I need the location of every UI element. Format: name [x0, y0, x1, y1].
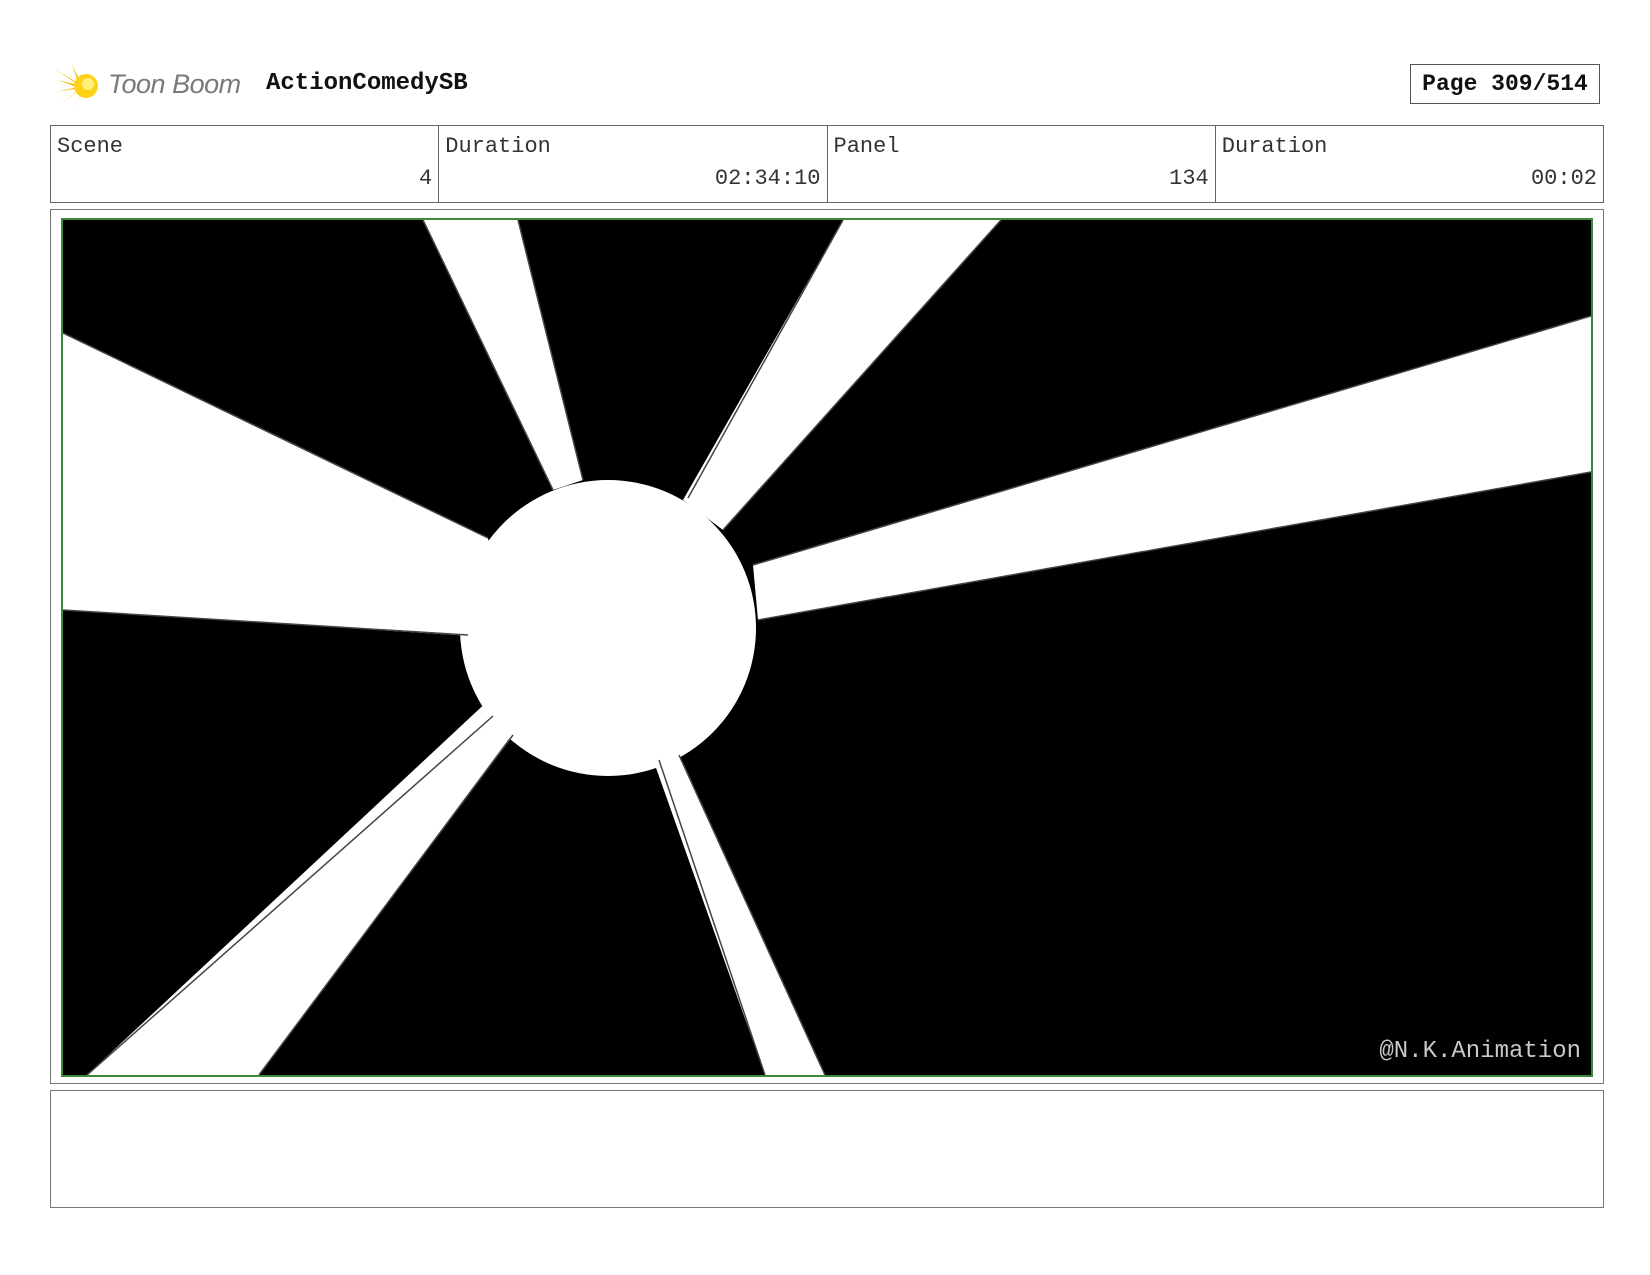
scene-duration-value: 02:34:10	[714, 166, 821, 191]
panel-drawing: @N.K.Animation	[61, 218, 1593, 1077]
action-notes-box[interactable]	[50, 1090, 1604, 1208]
panel-value: 134	[1169, 166, 1209, 191]
scene-duration-cell: Duration 02:34:10	[439, 126, 828, 202]
panel-duration-value: 00:02	[1530, 166, 1597, 191]
panel-cell: Panel 134	[828, 126, 1216, 202]
logo-text: Toon Boom	[108, 69, 241, 99]
scene-duration-label: Duration	[445, 134, 551, 159]
sunburst-drawing	[63, 220, 1591, 1075]
toon-boom-star-icon	[54, 64, 98, 108]
panel-label: Panel	[833, 134, 900, 159]
scene-cell: Scene 4	[51, 126, 440, 202]
panel-duration-cell: Duration 00:02	[1216, 126, 1603, 202]
watermark: @N.K.Animation	[1379, 1038, 1581, 1065]
sun-circle	[460, 480, 756, 776]
scene-info-table: Scene 4 Duration 02:34:10 Panel 134 Dura…	[50, 125, 1604, 203]
page-header: Toon Boom ActionComedySB Page 309/514	[52, 56, 1602, 116]
page-number-box: Page 309/514	[1410, 64, 1600, 104]
panel-duration-label: Duration	[1221, 134, 1328, 159]
project-title: ActionComedySB	[266, 70, 468, 97]
scene-label: Scene	[57, 134, 124, 159]
scene-value: 4	[419, 166, 433, 191]
toon-boom-logo: Toon Boom	[52, 60, 252, 110]
